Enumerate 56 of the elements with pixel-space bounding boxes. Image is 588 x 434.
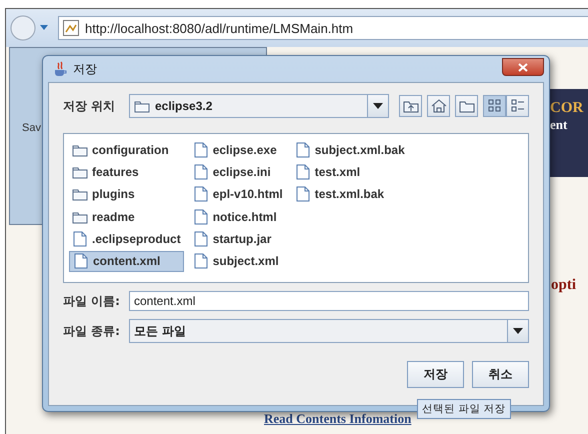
dropdown-arrow-icon	[513, 328, 523, 334]
window-title: 저장	[73, 60, 97, 78]
save-button[interactable]: 저장	[407, 361, 464, 388]
coffee-cup-icon	[52, 61, 68, 77]
file-item[interactable]: test.xml	[292, 161, 408, 182]
dropdown-arrow-icon	[373, 103, 383, 109]
file-icon	[192, 231, 209, 248]
file-item[interactable]: content.xml	[69, 250, 184, 272]
file-item[interactable]: .eclipseproduct	[69, 228, 184, 250]
file-icon	[294, 164, 311, 180]
file-name-label: 파일 이름:	[63, 292, 121, 310]
file-item[interactable]: eclipse.ini	[190, 161, 286, 182]
file-icon	[192, 186, 209, 202]
read-contents-link[interactable]: Read Contents Infomation	[264, 411, 412, 427]
file-item[interactable]: subject.xml.bak	[292, 139, 408, 160]
file-type-label: 파일 종류:	[63, 322, 121, 340]
page-icon	[63, 20, 79, 36]
file-item[interactable]: configuration	[69, 139, 184, 160]
file-icon	[192, 253, 209, 270]
window-text: Sav	[22, 122, 41, 134]
file-icon	[73, 253, 89, 270]
close-button[interactable]	[502, 58, 544, 76]
address-bar[interactable]: http://localhost:8080/adl/runtime/LMSMain.htm	[58, 16, 588, 40]
file-icon	[294, 142, 311, 158]
banner-subtitle: ent	[550, 117, 568, 133]
file-icon	[72, 231, 88, 248]
file-icon	[192, 164, 209, 180]
file-item[interactable]: subject.xml	[190, 250, 286, 272]
file-item[interactable]: test.xml.bak	[292, 184, 408, 205]
file-item[interactable]: readme	[69, 206, 184, 228]
dropdown-icon[interactable]	[40, 25, 48, 31]
url-text: http://localhost:8080/adl/runtime/LMSMain.htm	[85, 20, 354, 36]
file-item[interactable]: eclipse.exe	[190, 139, 286, 160]
file-item[interactable]: epl-v10.html	[190, 184, 286, 205]
file-item[interactable]: features	[69, 161, 184, 182]
tooltip: 선택된 파일 저장	[417, 399, 511, 419]
details-view-button[interactable]	[506, 95, 529, 117]
file-type-dropdown[interactable]: 모든 파일	[129, 319, 529, 343]
save-in-label: 저장 위치	[63, 98, 116, 114]
file-item[interactable]: notice.html	[190, 206, 286, 228]
file-icon	[192, 208, 209, 225]
file-icon	[294, 186, 311, 202]
file-item[interactable]: startup.jar	[190, 228, 286, 250]
home-button[interactable]	[427, 95, 450, 117]
folder-button[interactable]	[455, 95, 478, 117]
banner-title: COR	[550, 99, 584, 117]
file-name-field[interactable]: content.xml	[129, 291, 529, 311]
file-item[interactable]: plugins	[69, 184, 184, 205]
folder-up-button[interactable]	[399, 95, 422, 117]
save-in-dropdown[interactable]: eclipse3.2	[129, 94, 389, 118]
page-heading: opti	[551, 277, 576, 294]
home-icon	[430, 97, 448, 115]
file-icon	[192, 142, 209, 158]
cancel-button[interactable]: 취소	[472, 361, 529, 388]
list-view-button[interactable]	[483, 95, 506, 117]
close-icon	[518, 62, 528, 72]
